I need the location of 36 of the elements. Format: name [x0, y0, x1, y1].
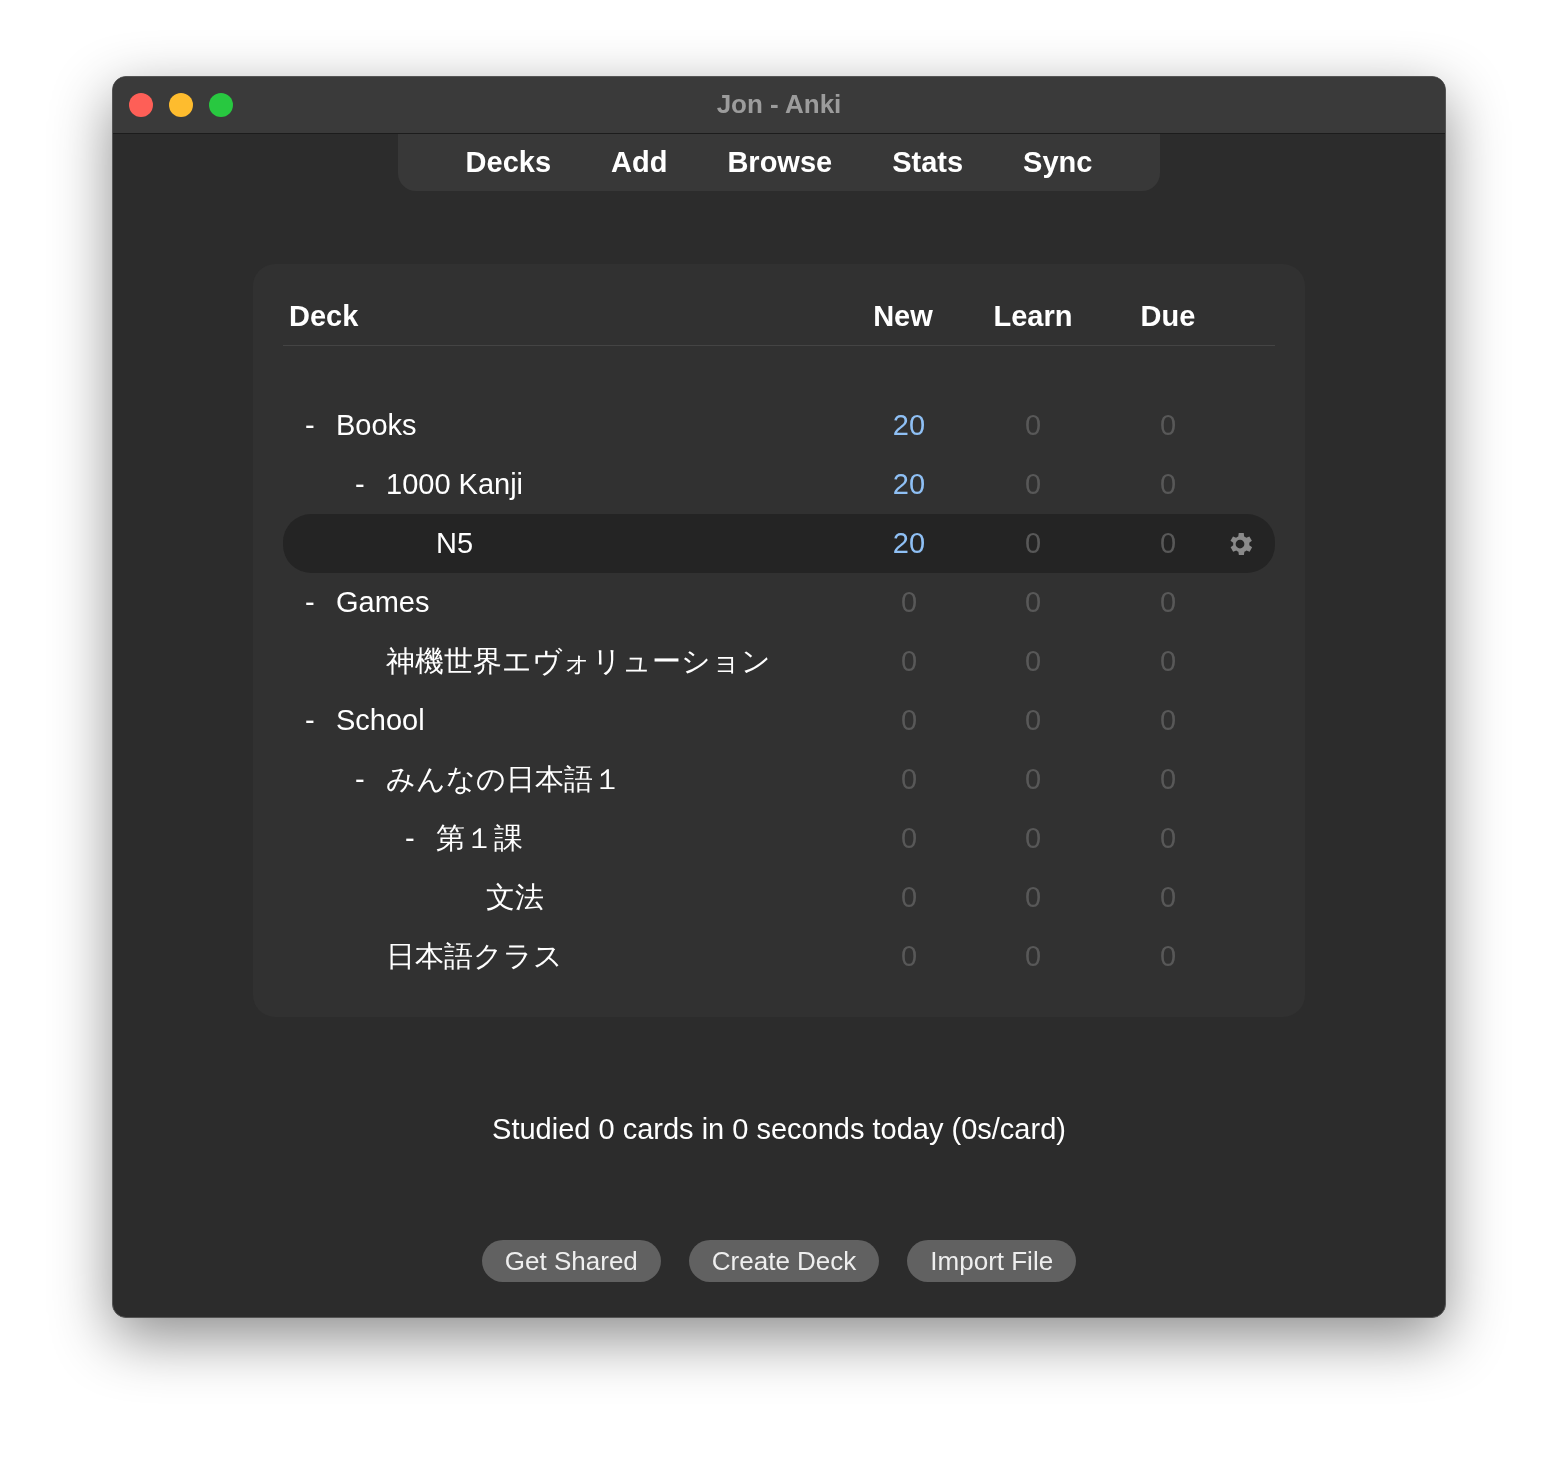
deck-name[interactable]: Games: [336, 586, 430, 619]
deck-name[interactable]: 1000 Kanji: [386, 468, 524, 501]
toolbar-link[interactable]: Stats: [862, 146, 994, 179]
count-value: 20: [892, 527, 926, 559]
deck-name[interactable]: 日本語クラス: [386, 936, 563, 977]
toolbar-link[interactable]: Sync: [993, 146, 1123, 179]
column-header: Due: [1140, 300, 1196, 333]
deck-name[interactable]: Books: [336, 409, 417, 442]
deck-name[interactable]: 文法: [486, 877, 544, 918]
deck-name[interactable]: N5: [436, 527, 474, 560]
deck-name[interactable]: 神機世界エヴォリューション: [386, 641, 771, 682]
collapse-toggle[interactable]: -: [305, 704, 336, 737]
window-title: Jon - Anki: [716, 89, 842, 120]
deck-name[interactable]: School: [336, 704, 425, 737]
deck-name[interactable]: 第１課: [436, 818, 523, 859]
deck-name[interactable]: みんなの日本語１: [386, 759, 622, 800]
close-button[interactable]: [129, 93, 153, 117]
action-button[interactable]: Create Deck: [688, 1240, 880, 1282]
action-button[interactable]: Get Shared: [481, 1240, 661, 1282]
study-summary: Studied 0 cards in 0 seconds today (0s/card): [492, 1113, 1066, 1146]
toolbar-link[interactable]: Browse: [697, 146, 863, 179]
collapse-toggle[interactable]: -: [355, 763, 386, 796]
column-header: Deck: [288, 300, 359, 333]
collapse-toggle[interactable]: -: [305, 409, 336, 442]
collapse-toggle[interactable]: -: [305, 586, 336, 619]
toolbar-link[interactable]: Add: [581, 146, 698, 179]
toolbar-link[interactable]: Decks: [435, 146, 582, 179]
minimize-button[interactable]: [169, 93, 193, 117]
count-value: 20: [892, 409, 926, 441]
zoom-button[interactable]: [209, 93, 233, 117]
collapse-toggle[interactable]: -: [405, 822, 436, 855]
count-value: 20: [892, 468, 926, 500]
column-header: Learn: [993, 300, 1073, 333]
action-button[interactable]: Import File: [907, 1240, 1077, 1282]
column-header: New: [873, 300, 933, 333]
collapse-toggle[interactable]: -: [355, 468, 386, 501]
